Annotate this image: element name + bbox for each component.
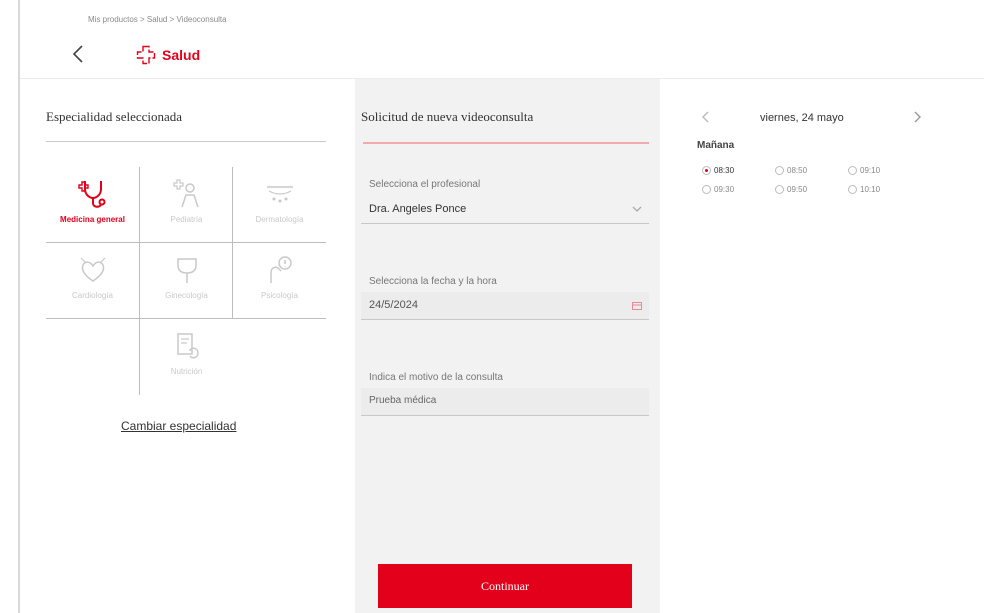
previous-day-button[interactable] xyxy=(700,109,712,130)
chevron-left-icon xyxy=(702,111,709,123)
time-slot[interactable]: 09:30 xyxy=(702,185,734,194)
radio-icon xyxy=(775,166,784,175)
professional-label: Selecciona el profesional xyxy=(369,179,481,190)
reason-value: Prueba médica xyxy=(369,395,437,406)
specialty-medicina-general[interactable]: Medicina general xyxy=(46,167,139,243)
change-specialty-link[interactable]: Cambiar especialidad xyxy=(121,419,236,433)
time-slot-label: 08:50 xyxy=(787,166,808,175)
chevron-right-icon xyxy=(914,111,921,123)
nutrition-icon xyxy=(176,333,199,359)
health-cross-icon xyxy=(136,45,156,65)
specialty-label: Dermatología xyxy=(255,215,304,224)
cardiology-icon xyxy=(80,257,105,282)
psychology-icon xyxy=(269,256,292,283)
specialty-label: Psicología xyxy=(261,291,298,300)
date-navigator: viernes, 24 mayo xyxy=(660,109,984,129)
breadcrumb: Mis productos > Salud > Videoconsulta xyxy=(88,15,227,24)
specialty-pediatria[interactable]: Pediatría xyxy=(140,167,233,243)
current-date: viernes, 24 mayo xyxy=(760,112,844,124)
morning-heading: Mañana xyxy=(697,140,735,151)
gynecology-icon xyxy=(176,258,197,283)
specialty-label: Medicina general xyxy=(60,215,125,224)
time-slot-label: 09:50 xyxy=(787,185,808,194)
specialty-grid: Medicina general Pediatría Dermatología xyxy=(46,167,326,395)
specialty-label: Pediatría xyxy=(170,215,203,224)
back-button[interactable] xyxy=(68,42,90,66)
specialty-dermatologia[interactable]: Dermatología xyxy=(233,167,326,243)
radio-icon xyxy=(775,185,784,194)
specialty-label: Nutrición xyxy=(170,367,203,376)
specialty-ginecologia[interactable]: Ginecología xyxy=(140,243,233,319)
date-field[interactable]: 24/5/2024 xyxy=(361,292,649,320)
radio-icon xyxy=(848,185,857,194)
continue-button[interactable]: Continuar xyxy=(378,564,632,608)
radio-icon xyxy=(702,185,711,194)
time-slot[interactable]: 10:10 xyxy=(848,185,880,194)
radio-icon xyxy=(848,166,857,175)
reason-input[interactable]: Prueba médica xyxy=(361,388,649,416)
specialty-psicologia[interactable]: Psicología xyxy=(233,243,326,319)
request-title-underline xyxy=(363,142,649,144)
time-slot[interactable]: 08:50 xyxy=(775,166,807,175)
specialty-label: Ginecología xyxy=(165,291,208,300)
professional-value: Dra. Angeles Ponce xyxy=(369,203,467,215)
specialty-cardiologia[interactable]: Cardiología xyxy=(46,243,139,319)
reason-label: Indica el motivo de la consulta xyxy=(369,372,503,383)
time-slot-label: 09:10 xyxy=(860,166,881,175)
next-day-button[interactable] xyxy=(911,109,923,130)
specialty-title: Especialidad seleccionada xyxy=(46,109,183,124)
datetime-label: Selecciona la fecha y la hora xyxy=(369,276,497,287)
chevron-down-icon xyxy=(632,206,642,212)
page-title: Salud xyxy=(162,47,201,63)
specialty-title-divider xyxy=(46,141,326,142)
professional-select[interactable]: Dra. Angeles Ponce xyxy=(361,196,649,224)
page-brand: Salud xyxy=(136,45,200,65)
time-slot[interactable]: 09:50 xyxy=(775,185,807,194)
time-slot-label: 08:30 xyxy=(714,166,735,175)
specialty-label: Cardiología xyxy=(72,291,113,300)
pediatrics-icon xyxy=(172,179,199,208)
specialty-nutricion[interactable]: Nutrición xyxy=(140,319,233,395)
specialty-panel: Especialidad seleccionada Medicina gener… xyxy=(20,79,355,613)
top-header: Mis productos > Salud > Videoconsulta Sa… xyxy=(20,0,984,79)
calendar-icon xyxy=(632,302,642,310)
time-slot[interactable]: 09:10 xyxy=(848,166,880,175)
request-panel: Solicitud de nueva videoconsulta Selecci… xyxy=(355,79,660,613)
time-slot[interactable]: 08:30 xyxy=(702,166,734,175)
time-slot-label: 09:30 xyxy=(714,185,735,194)
request-title: Solicitud de nueva videoconsulta xyxy=(361,109,534,124)
dermatology-icon xyxy=(266,186,293,203)
date-value: 24/5/2024 xyxy=(369,299,418,311)
radio-selected-icon xyxy=(702,166,711,175)
stethoscope-icon xyxy=(77,181,105,208)
time-slot-label: 10:10 xyxy=(860,185,881,194)
chevron-left-icon xyxy=(72,45,83,63)
schedule-panel: viernes, 24 mayo Mañana 08:30 08:50 09:1… xyxy=(660,79,984,613)
